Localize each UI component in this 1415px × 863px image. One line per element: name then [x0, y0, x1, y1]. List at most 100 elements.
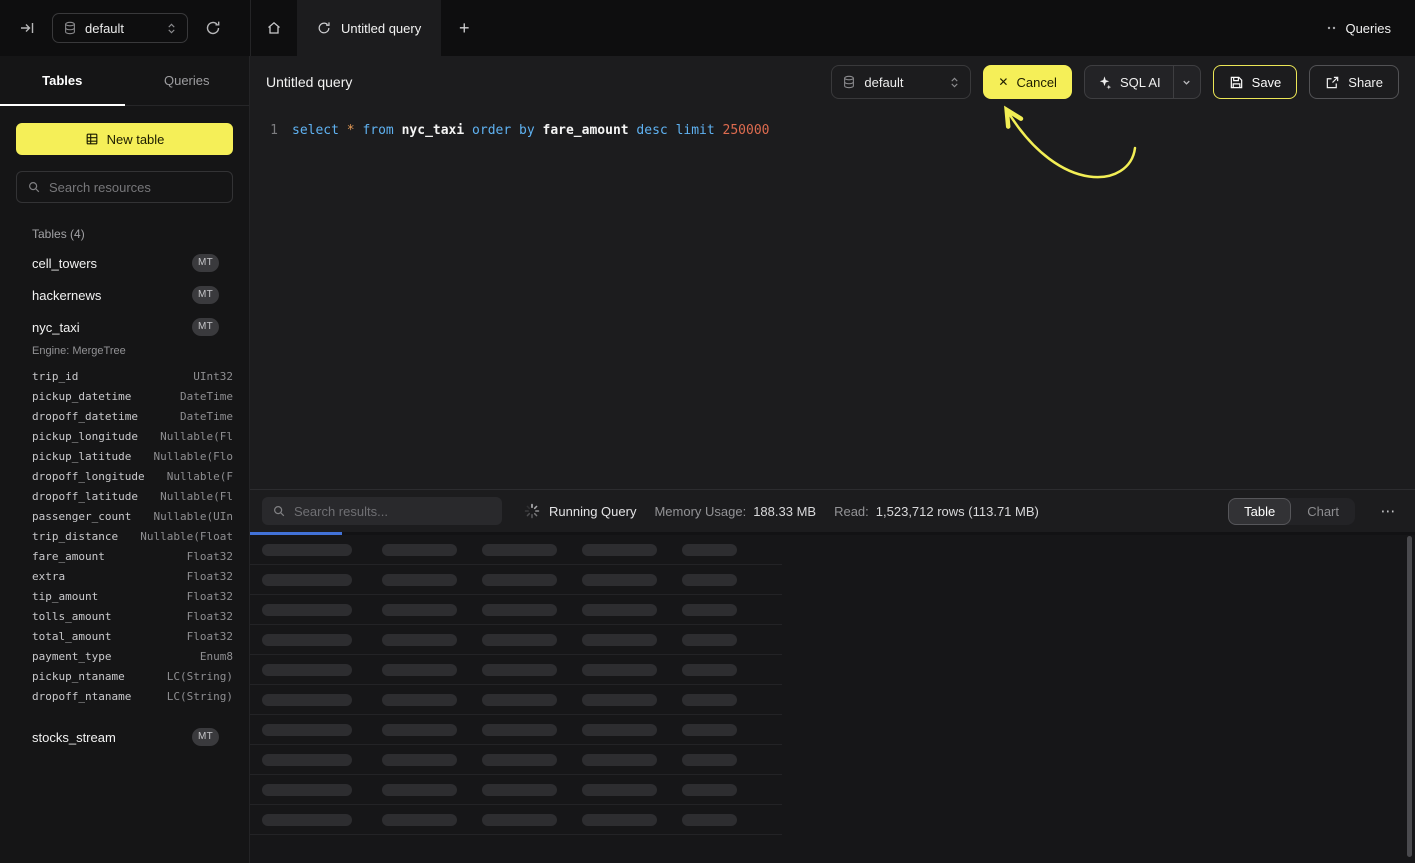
- view-toggle-table[interactable]: Table: [1228, 498, 1291, 525]
- read-label: Read:: [834, 504, 869, 519]
- table-name: hackernews: [32, 288, 101, 303]
- tables-list: cell_towers MT hackernews MT nyc_taxiMTEngin…: [0, 247, 249, 863]
- sidebar-collapse-button[interactable]: [12, 13, 42, 43]
- table-row[interactable]: stocks_streamMT: [0, 721, 249, 753]
- query-running-sync-icon: [317, 21, 331, 35]
- search-resources-input[interactable]: [49, 180, 222, 195]
- column-name: trip_id: [32, 367, 78, 387]
- column-row: trip_distanceNullable(Float: [32, 527, 233, 547]
- engine-label: Engine: MergeTree: [0, 343, 249, 363]
- query-workspace: Untitled query default ✕ Cancel: [250, 56, 1415, 863]
- skeleton-cell: [582, 814, 657, 826]
- view-toggle-chart[interactable]: Chart: [1291, 498, 1355, 525]
- skeleton-cell: [482, 634, 557, 646]
- skeleton-cell: [262, 814, 352, 826]
- code-token: *: [347, 123, 355, 138]
- code-token: order by: [472, 123, 535, 138]
- home-tab-button[interactable]: [251, 0, 297, 56]
- skeleton-cell: [382, 754, 457, 766]
- query-status-group: Running Query: [524, 503, 636, 519]
- table-row[interactable]: cell_towers MT: [0, 247, 249, 279]
- skeleton-cell: [262, 754, 352, 766]
- skeleton-cell: [582, 694, 657, 706]
- topbar-database-selector[interactable]: default: [52, 13, 188, 43]
- column-type: Nullable(UIn: [154, 507, 233, 527]
- table-engine-badge: MT: [192, 254, 219, 272]
- updown-chevron-icon: [166, 23, 177, 34]
- column-name: dropoff_datetime: [32, 407, 138, 427]
- results-scrollbar[interactable]: [1407, 536, 1412, 857]
- skeleton-cell: [482, 604, 557, 616]
- query-title: Untitled query: [266, 74, 352, 90]
- search-icon: [272, 504, 286, 518]
- memory-usage-label: Memory Usage:: [654, 504, 746, 519]
- progress-track: [250, 532, 1415, 535]
- query-database-selector[interactable]: default: [831, 65, 971, 99]
- skeleton-cell: [382, 574, 457, 586]
- database-icon: [63, 21, 77, 35]
- skeleton-cell: [382, 784, 457, 796]
- share-button[interactable]: Share: [1309, 65, 1399, 99]
- skeleton-cell: [382, 664, 457, 676]
- skeleton-cell: [262, 694, 352, 706]
- app-window: default Untitled query: [0, 0, 1415, 863]
- skeleton-cell: [582, 634, 657, 646]
- topbar-right: Queries: [1326, 0, 1415, 56]
- new-tab-button[interactable]: +: [441, 0, 487, 56]
- column-type: Nullable(Float: [140, 527, 233, 547]
- column-name: payment_type: [32, 647, 111, 667]
- sidebar-tab-tables[interactable]: Tables: [0, 56, 125, 105]
- skeleton-cell: [582, 754, 657, 766]
- code-token: 250000: [723, 123, 770, 138]
- skeleton-row: [250, 625, 782, 655]
- search-icon: [27, 180, 41, 194]
- code-token: limit: [676, 123, 715, 138]
- refresh-button[interactable]: [198, 13, 228, 43]
- save-button[interactable]: Save: [1213, 65, 1298, 99]
- column-row: total_amountFloat32: [32, 627, 233, 647]
- new-table-button[interactable]: New table: [16, 123, 233, 155]
- skeleton-cell: [582, 544, 657, 556]
- sidebar-tab-queries[interactable]: Queries: [125, 56, 250, 105]
- skeleton-cell: [382, 814, 457, 826]
- tab-strip: Untitled query +: [250, 0, 487, 56]
- cancel-label: Cancel: [1016, 75, 1056, 90]
- results-skeleton: [250, 535, 782, 863]
- new-table-label: New table: [107, 132, 165, 147]
- table-name: stocks_stream: [32, 730, 116, 745]
- column-type: UInt32: [193, 367, 233, 387]
- search-results-input[interactable]: [294, 504, 492, 519]
- column-row: tolls_amountFloat32: [32, 607, 233, 627]
- column-row: dropoff_longitudeNullable(F: [32, 467, 233, 487]
- sql-editor[interactable]: 1 select * from nyc_taxi order by fare_a…: [250, 108, 1415, 489]
- tab-untitled-query[interactable]: Untitled query: [297, 0, 441, 56]
- column-row: trip_id UInt32: [32, 367, 233, 387]
- column-type: Enum8: [200, 647, 233, 667]
- results-menu-button[interactable]: ⋯: [1373, 496, 1403, 526]
- column-type: Float32: [187, 547, 233, 567]
- queries-button[interactable]: Queries: [1326, 21, 1391, 36]
- results-toolbar: Running Query Memory Usage: 188.33 MB Re…: [250, 490, 1415, 532]
- table-engine-badge: MT: [192, 286, 219, 304]
- queries-icon: [1326, 22, 1338, 34]
- table-name: cell_towers: [32, 256, 97, 271]
- skeleton-cell: [382, 724, 457, 736]
- cancel-button[interactable]: ✕ Cancel: [983, 65, 1072, 99]
- column-row: dropoff_ntaname LC(String): [32, 687, 233, 707]
- code-line[interactable]: select * from nyc_taxi order by fare_amo…: [278, 121, 770, 489]
- query-database-value: default: [864, 75, 941, 90]
- query-actions: default ✕ Cancel: [831, 65, 1399, 99]
- column-name: pickup_longitude: [32, 427, 138, 447]
- code-token: select: [292, 123, 339, 138]
- column-name: dropoff_ntaname: [32, 687, 131, 707]
- skeleton-cell: [262, 724, 352, 736]
- sql-ai-button[interactable]: SQL AI: [1085, 66, 1173, 98]
- sql-ai-dropdown-button[interactable]: [1173, 66, 1200, 98]
- skeleton-cell: [682, 574, 737, 586]
- table-row[interactable]: nyc_taxiMT: [0, 311, 249, 343]
- column-row: pickup_datetimeDateTime: [32, 387, 233, 407]
- table-row[interactable]: hackernews MT: [0, 279, 249, 311]
- table-name: nyc_taxi: [32, 320, 80, 335]
- home-icon: [266, 20, 282, 36]
- column-type: LC(String): [167, 687, 233, 707]
